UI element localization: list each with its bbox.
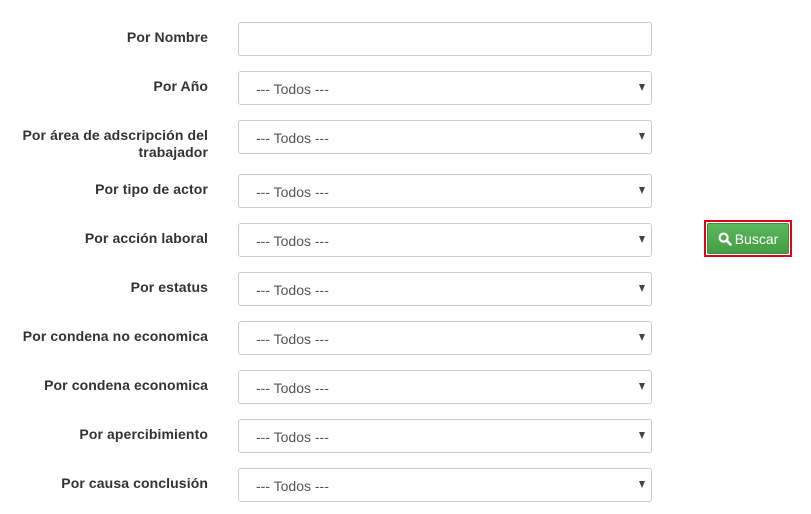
- chevron-down-icon: [639, 236, 645, 243]
- causa-conclusion-select-value: --- Todos ---: [256, 478, 329, 494]
- filter-label-nombre: Por Nombre: [126, 29, 208, 45]
- area-select-value: --- Todos ---: [256, 130, 329, 146]
- estatus-select[interactable]: --- Todos ---: [238, 272, 652, 306]
- estatus-select-value: --- Todos ---: [256, 282, 329, 298]
- search-icon: [718, 231, 732, 246]
- filter-label-condena-no-economica: Por condena no economica: [22, 328, 208, 344]
- chevron-down-icon: [639, 187, 645, 194]
- condena-economica-select[interactable]: --- Todos ---: [238, 370, 652, 404]
- filter-label-tipo-actor: Por tipo de actor: [95, 181, 208, 197]
- chevron-down-icon: [639, 285, 645, 292]
- chevron-down-icon: [639, 84, 645, 91]
- filter-label-anio: Por Año: [153, 78, 208, 94]
- filter-label-area: Por área de adscripción del trabajador: [8, 127, 208, 161]
- condena-no-economica-select-value: --- Todos ---: [256, 331, 329, 347]
- chevron-down-icon: [639, 383, 645, 390]
- search-button-highlight: Buscar: [704, 220, 792, 257]
- tipo-actor-select-value: --- Todos ---: [256, 184, 329, 200]
- condena-no-economica-select[interactable]: --- Todos ---: [238, 321, 652, 355]
- filter-label-area-line1: Por área de adscripción del: [22, 127, 208, 143]
- anio-select[interactable]: --- Todos ---: [238, 71, 652, 105]
- area-select[interactable]: --- Todos ---: [238, 120, 652, 154]
- chevron-down-icon: [639, 481, 645, 488]
- condena-economica-select-value: --- Todos ---: [256, 380, 329, 396]
- search-button-label: Buscar: [734, 230, 779, 247]
- chevron-down-icon: [639, 334, 645, 341]
- apercibimiento-select[interactable]: --- Todos ---: [238, 419, 652, 453]
- tipo-actor-select[interactable]: --- Todos ---: [238, 174, 652, 208]
- nombre-input-box: [238, 22, 652, 56]
- chevron-down-icon: [639, 432, 645, 439]
- nombre-input[interactable]: [239, 23, 651, 55]
- filter-label-accion-laboral: Por acción laboral: [84, 230, 208, 246]
- filter-label-apercibimiento: Por apercibimiento: [79, 426, 208, 442]
- filter-label-estatus: Por estatus: [130, 279, 208, 295]
- filter-label-causa-conclusion: Por causa conclusión: [61, 475, 208, 491]
- filter-label-area-line2: trabajador: [138, 144, 208, 160]
- apercibimiento-select-value: --- Todos ---: [256, 429, 329, 445]
- search-button[interactable]: Buscar: [707, 223, 789, 254]
- search-form: Por Nombre Por Año --- Todos --- Por áre…: [0, 0, 811, 514]
- causa-conclusion-select[interactable]: --- Todos ---: [238, 468, 652, 502]
- accion-laboral-select-value: --- Todos ---: [256, 233, 329, 249]
- accion-laboral-select[interactable]: --- Todos ---: [238, 223, 652, 257]
- filter-label-condena-economica: Por condena economica: [44, 377, 208, 393]
- chevron-down-icon: [639, 133, 645, 140]
- anio-select-value: --- Todos ---: [256, 81, 329, 97]
